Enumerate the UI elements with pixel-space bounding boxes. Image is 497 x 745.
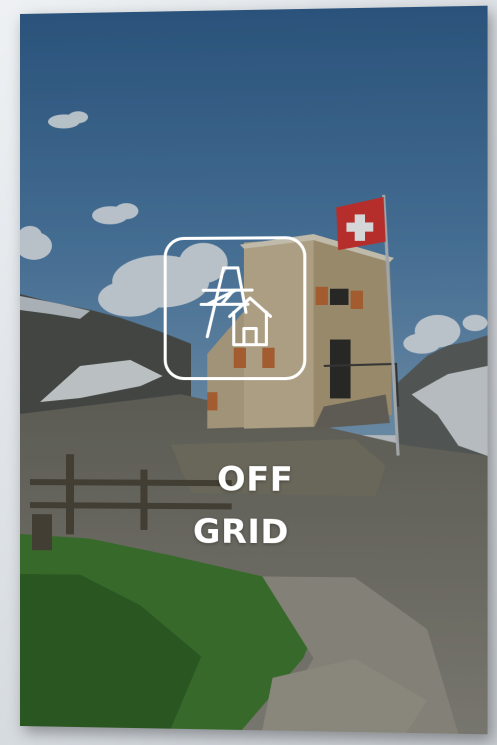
- title-line-off: OFF: [217, 458, 294, 499]
- off-grid-power-pylon-house-icon: [167, 239, 304, 377]
- title-line-grid: GRID: [192, 511, 289, 552]
- off-grid-icon-badge: [163, 236, 307, 381]
- off-grid-card[interactable]: OFF GRID: [20, 5, 488, 735]
